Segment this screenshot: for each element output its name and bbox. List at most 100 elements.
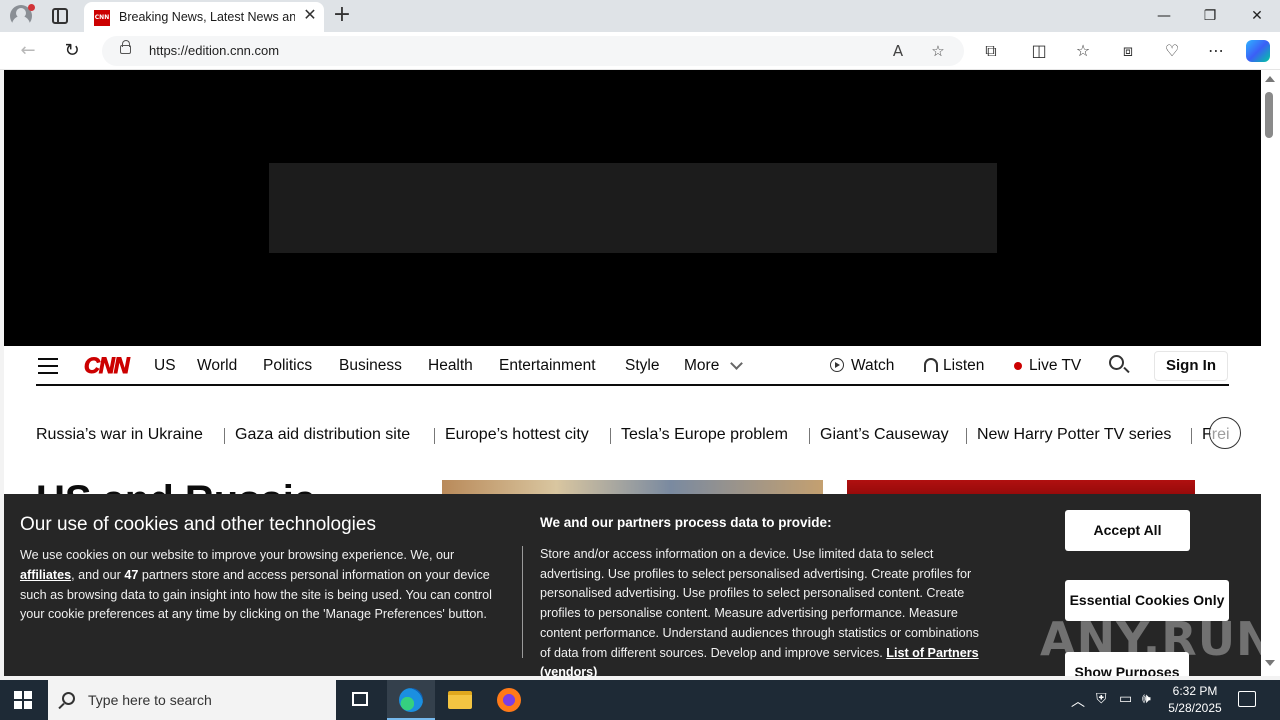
ad-region — [4, 70, 1261, 346]
trending-item[interactable]: Gaza aid distribution site — [235, 426, 410, 444]
nav-live-tv[interactable]: Live TV — [1029, 357, 1081, 375]
copilot-icon[interactable] — [1246, 40, 1270, 62]
trending-divider — [1191, 428, 1192, 444]
trending-divider — [809, 428, 810, 444]
nav-health[interactable]: Health — [428, 357, 473, 375]
network-icon[interactable]: ▭ — [1119, 691, 1132, 707]
cookie-purposes-list: Store and/or access information on a dev… — [540, 545, 990, 676]
task-view-button[interactable] — [336, 680, 384, 720]
edge-icon — [399, 688, 423, 712]
ad-slot[interactable] — [269, 163, 997, 253]
anyrun-watermark: ANY.RUN — [1040, 612, 1261, 666]
nav-us[interactable]: US — [154, 357, 176, 375]
split-screen-icon[interactable]: ◫ — [1027, 40, 1051, 62]
affiliates-link[interactable]: affiliates — [20, 568, 71, 582]
cookie-text: , and our — [71, 567, 125, 582]
cookie-description: We use cookies on our website to improve… — [20, 546, 500, 625]
partner-count: 47 — [124, 567, 139, 582]
tab-close-icon[interactable]: ✕ — [301, 7, 319, 25]
extensions-icon[interactable]: ⧉ — [979, 40, 1003, 62]
cookie-divider — [522, 546, 523, 658]
chevron-down-icon[interactable] — [730, 357, 743, 370]
close-window-icon[interactable]: ✕ — [1234, 0, 1280, 32]
cnn-favicon-icon: CNN — [94, 10, 110, 26]
live-dot-icon — [1014, 362, 1022, 370]
browser-toolbar: ← ↻ https://edition.cnn.com A ☆ ⧉ ◫ ☆ ⧈ … — [0, 32, 1280, 70]
security-icon[interactable]: ⛨ — [1096, 691, 1107, 707]
taskbar-file-explorer[interactable] — [436, 680, 484, 720]
purposes-text: Store and/or access information on a dev… — [540, 547, 979, 660]
restore-icon[interactable]: ❐ — [1187, 0, 1233, 32]
profile-notification-dot — [28, 4, 35, 11]
volume-icon[interactable]: 🕪 — [1142, 691, 1151, 707]
browser-tab-active[interactable]: CNN Breaking News, Latest News and ✕ — [84, 2, 324, 32]
favorites-icon[interactable]: ☆ — [1071, 40, 1095, 62]
cnn-logo[interactable]: CNN — [84, 353, 131, 378]
firefox-icon — [497, 688, 521, 712]
menu-icon[interactable] — [38, 358, 58, 374]
page-viewport: CNN US World Politics Business Health En… — [4, 70, 1261, 676]
scroll-down-icon[interactable] — [1265, 660, 1275, 666]
taskbar-edge[interactable] — [387, 680, 435, 720]
taskbar-firefox[interactable] — [485, 680, 533, 720]
trending-bar: Russia’s war in Ukraine Gaza aid distrib… — [4, 420, 1261, 450]
tab-title: Breaking News, Latest News and — [119, 10, 295, 24]
collections-icon[interactable]: ⧈ — [1116, 40, 1140, 62]
taskbar-search-placeholder[interactable]: Type here to search — [88, 692, 212, 708]
sign-in-button[interactable]: Sign In — [1154, 351, 1228, 381]
browser-titlebar: CNN Breaking News, Latest News and ✕ + —… — [0, 0, 1280, 32]
trending-item[interactable]: Giant’s Causeway — [820, 426, 949, 444]
tab-actions-icon[interactable] — [52, 8, 68, 24]
cnn-header-nav: CNN US World Politics Business Health En… — [4, 346, 1261, 394]
url-text[interactable]: https://edition.cnn.com — [149, 43, 279, 58]
nav-watch[interactable]: Watch — [851, 357, 894, 375]
trending-divider — [610, 428, 611, 444]
vertical-scrollbar[interactable] — [1261, 70, 1280, 676]
refresh-icon[interactable]: ↻ — [59, 39, 85, 63]
trending-item[interactable]: Russia’s war in Ukraine — [36, 426, 203, 444]
trending-divider — [966, 428, 967, 444]
nav-business[interactable]: Business — [339, 357, 402, 375]
search-icon — [62, 692, 75, 705]
clock-time: 6:32 PM — [1172, 684, 1218, 698]
nav-politics[interactable]: Politics — [263, 357, 312, 375]
chevron-up-icon[interactable]: ︿ — [1071, 691, 1085, 711]
taskbar-clock[interactable]: 6:32 PM 5/28/2025 — [1160, 683, 1230, 717]
play-icon[interactable] — [830, 358, 844, 372]
scroll-thumb[interactable] — [1265, 92, 1273, 138]
browser-essentials-icon[interactable]: ♡ — [1160, 40, 1184, 62]
trending-divider — [224, 428, 225, 444]
favorite-star-icon[interactable]: ☆ — [927, 40, 949, 62]
headphones-icon[interactable] — [924, 358, 938, 372]
address-bar[interactable]: https://edition.cnn.com A ☆ — [102, 36, 964, 66]
lock-icon[interactable] — [120, 40, 131, 54]
nav-style[interactable]: Style — [625, 357, 659, 375]
cookie-text: We use cookies on our website to improve… — [20, 548, 455, 562]
notification-icon[interactable] — [1238, 691, 1256, 707]
new-tab-icon[interactable]: + — [330, 4, 354, 28]
nav-more[interactable]: More — [684, 357, 719, 375]
clock-date: 5/28/2025 — [1168, 701, 1222, 715]
windows-start-icon[interactable] — [14, 691, 32, 709]
accept-all-button[interactable]: Accept All — [1065, 510, 1190, 551]
back-icon[interactable]: ← — [15, 39, 41, 63]
trending-item[interactable]: Tesla’s Europe problem — [621, 426, 788, 444]
scroll-up-icon[interactable] — [1265, 76, 1275, 82]
more-icon[interactable]: ⋯ — [1204, 40, 1228, 62]
windows-taskbar: Type here to search ︿ ⛨ ▭ 🕪 6:32 PM 5/28… — [0, 680, 1280, 720]
nav-divider — [36, 384, 1229, 386]
trending-divider — [434, 428, 435, 444]
read-aloud-icon[interactable]: A — [887, 40, 909, 62]
taskbar-search[interactable]: Type here to search — [48, 680, 336, 720]
task-view-icon — [352, 692, 368, 706]
trending-item[interactable]: New Harry Potter TV series — [977, 426, 1171, 444]
trending-scroll-right-icon[interactable] — [1209, 417, 1241, 449]
minimize-icon[interactable]: — — [1141, 0, 1187, 32]
nav-world[interactable]: World — [197, 357, 237, 375]
search-icon[interactable] — [1109, 355, 1124, 370]
nav-listen[interactable]: Listen — [943, 357, 984, 375]
nav-entertainment[interactable]: Entertainment — [499, 357, 596, 375]
trending-item[interactable]: Europe’s hottest city — [445, 426, 589, 444]
cookie-purposes-title: We and our partners process data to prov… — [540, 515, 832, 530]
folder-icon — [448, 691, 472, 709]
